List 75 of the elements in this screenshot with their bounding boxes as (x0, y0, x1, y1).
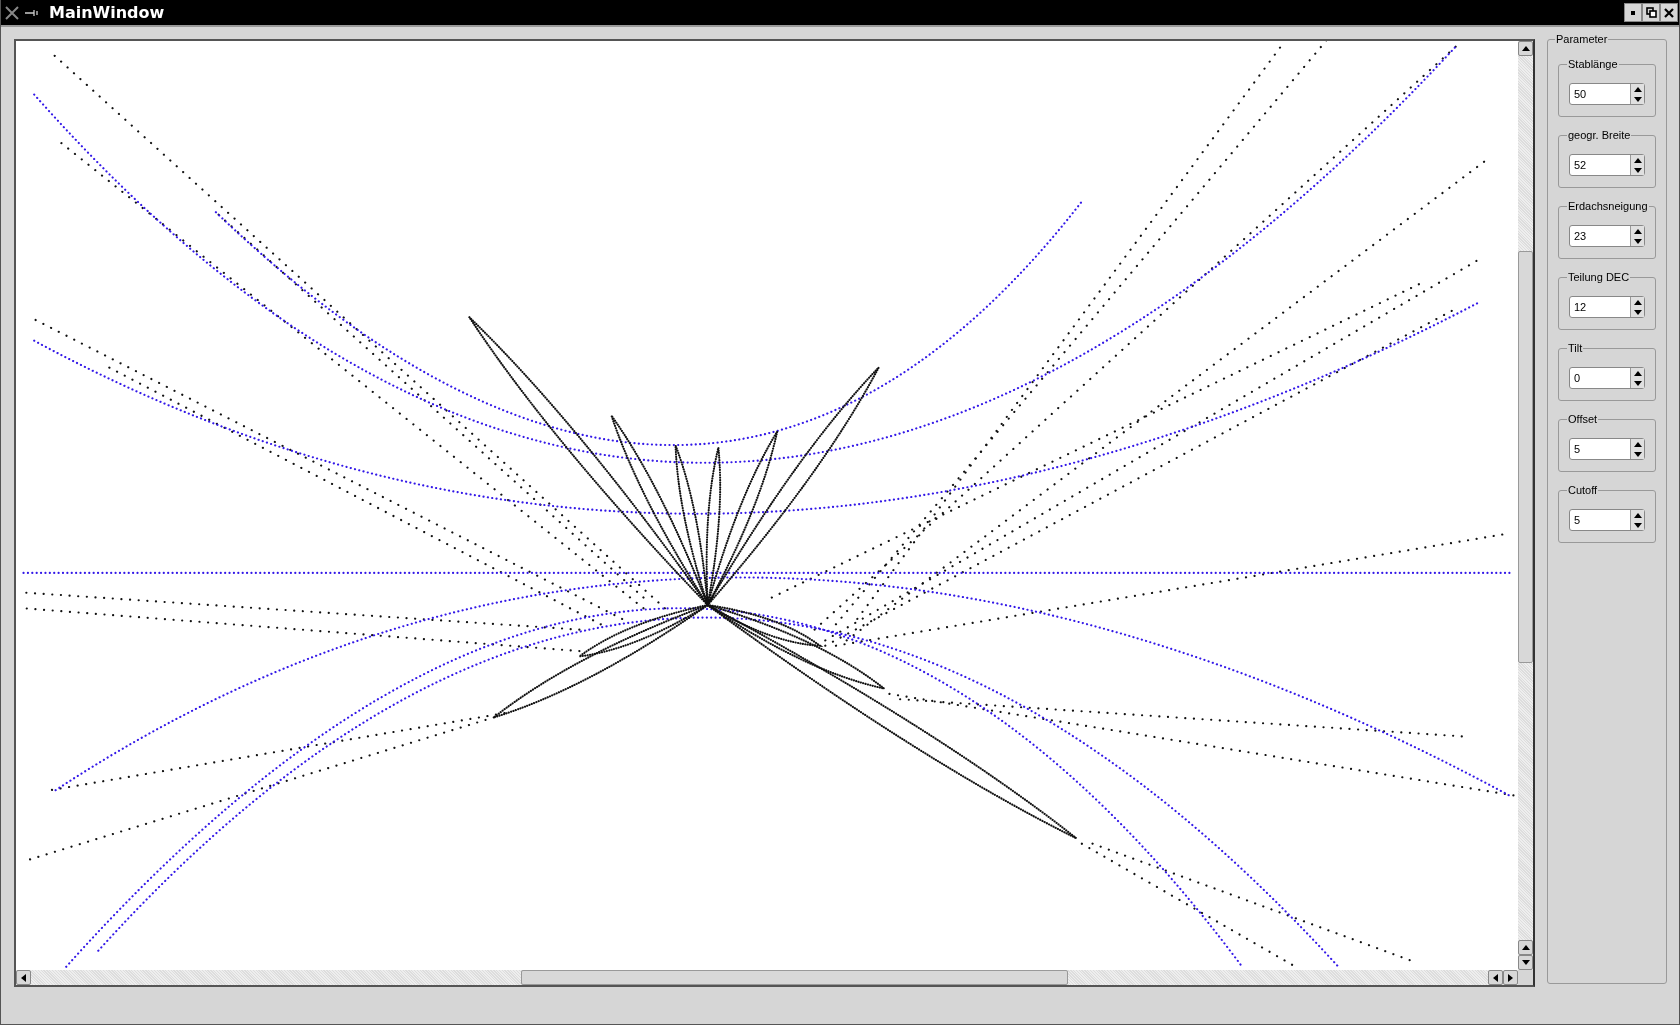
decrement-button[interactable] (1630, 449, 1644, 459)
down-arrow-icon (1521, 960, 1530, 965)
field-label: Tilt (1567, 342, 1584, 354)
down-arrow-icon (1633, 167, 1642, 173)
scroll-up-button[interactable] (1518, 41, 1533, 56)
field-label: Erdachsneigung (1567, 200, 1649, 212)
scroll-up-button[interactable] (1518, 940, 1533, 955)
field-label: Stablänge (1567, 58, 1619, 70)
down-arrow-icon (1633, 380, 1642, 386)
left-arrow-icon (1493, 973, 1498, 982)
horizontal-scrollbar[interactable] (16, 970, 1518, 985)
up-arrow-icon (1633, 441, 1642, 447)
spin-value: 0 (1573, 372, 1582, 384)
increment-button[interactable] (1630, 155, 1644, 165)
x-logo-icon (5, 5, 19, 20)
spin-box[interactable]: 12 (1569, 296, 1645, 318)
down-arrow-icon (1633, 522, 1642, 528)
scroll-right-button[interactable] (1503, 970, 1518, 985)
scroll-handle[interactable] (1518, 251, 1533, 663)
field-label: geogr. Breite (1567, 129, 1632, 141)
down-arrow-icon (1633, 96, 1642, 102)
increment-button[interactable] (1630, 297, 1644, 307)
spin-value: 12 (1573, 301, 1588, 313)
decrement-button[interactable] (1630, 165, 1644, 175)
right-arrow-icon (1508, 973, 1513, 982)
up-arrow-icon (1633, 299, 1642, 305)
increment-button[interactable] (1630, 84, 1644, 94)
spin-box[interactable]: 52 (1569, 154, 1645, 176)
scroll-down-button[interactable] (1518, 955, 1533, 970)
vertical-scrollbar[interactable] (1518, 41, 1533, 970)
scroll-left-button[interactable] (16, 970, 31, 985)
scroll-left-button[interactable] (1488, 970, 1503, 985)
spin-value: 5 (1573, 514, 1582, 526)
spin-box[interactable]: 5 (1569, 509, 1645, 531)
field-label: Cutoff (1567, 484, 1599, 496)
up-arrow-icon (1633, 512, 1642, 518)
scroll-handle[interactable] (521, 970, 1068, 985)
minimize-button[interactable] (1624, 3, 1642, 22)
up-arrow-icon (1633, 157, 1642, 163)
left-arrow-icon (21, 973, 26, 982)
spin-value: 23 (1573, 230, 1588, 242)
close-icon (1664, 7, 1674, 18)
spin-box[interactable]: 0 (1569, 367, 1645, 389)
increment-button[interactable] (1630, 368, 1644, 378)
decrement-button[interactable] (1630, 378, 1644, 388)
decrement-button[interactable] (1630, 236, 1644, 246)
spin-value: 52 (1573, 159, 1588, 171)
spin-box[interactable]: 5 (1569, 438, 1645, 460)
restore-icon (1645, 7, 1657, 18)
scrollbar-corner (1518, 970, 1533, 985)
field-label: Offset (1567, 413, 1599, 425)
up-arrow-icon (1521, 945, 1530, 950)
spin-box[interactable]: 50 (1569, 83, 1645, 105)
down-arrow-icon (1633, 238, 1642, 244)
decrement-button[interactable] (1630, 94, 1644, 104)
pin-icon[interactable] (25, 8, 39, 17)
group-title: Parameter (1555, 33, 1609, 45)
down-arrow-icon (1633, 309, 1642, 315)
spin-value: 5 (1573, 443, 1582, 455)
maximize-button[interactable] (1642, 3, 1660, 22)
up-arrow-icon (1633, 228, 1642, 234)
spin-box[interactable]: 23 (1569, 225, 1645, 247)
window-title: MainWindow (49, 3, 165, 22)
decrement-button[interactable] (1630, 307, 1644, 317)
increment-button[interactable] (1630, 226, 1644, 236)
down-arrow-icon (1633, 451, 1642, 457)
field-label: Teilung DEC (1567, 271, 1631, 283)
up-arrow-icon (1633, 86, 1642, 92)
increment-button[interactable] (1630, 439, 1644, 449)
increment-button[interactable] (1630, 510, 1644, 520)
spin-value: 50 (1573, 88, 1588, 100)
decrement-button[interactable] (1630, 520, 1644, 530)
up-arrow-icon (1521, 46, 1530, 51)
close-button[interactable] (1660, 3, 1678, 22)
up-arrow-icon (1633, 370, 1642, 376)
